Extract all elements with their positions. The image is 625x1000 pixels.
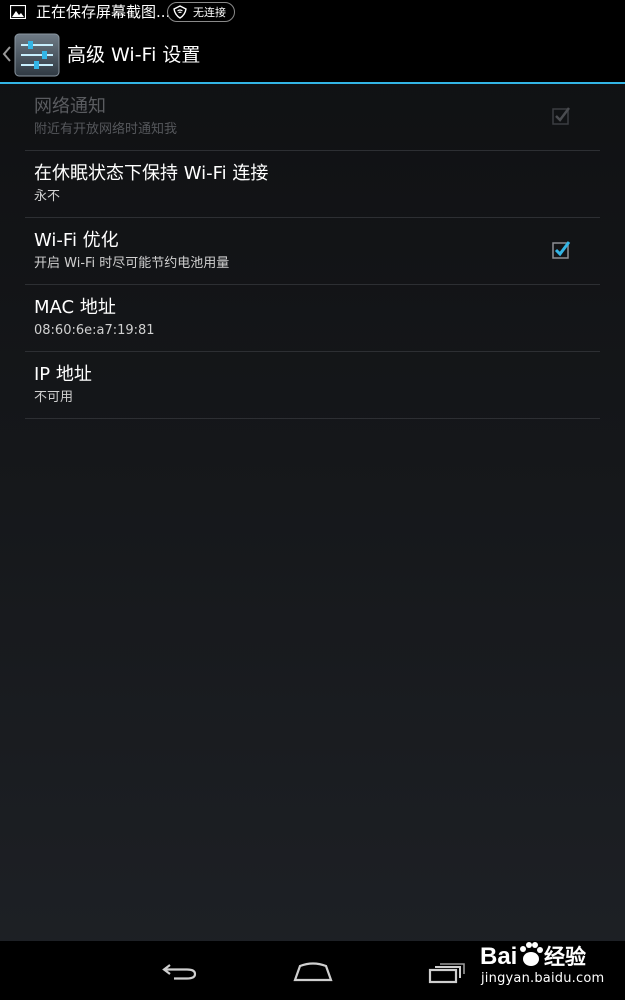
page-title: 高级 Wi-Fi 设置 (67, 44, 201, 66)
setting-summary: 永不 (34, 189, 61, 204)
setting-summary: 开启 Wi-Fi 时尽可能节约电池用量 (34, 256, 230, 271)
setting-summary: 08:60:6e:a7:19:81 (34, 323, 155, 338)
watermark-url: jingyan.baidu.com (481, 971, 605, 986)
setting-summary: 附近有开放网络时通知我 (34, 122, 178, 137)
setting-title: MAC 地址 (34, 297, 116, 318)
recent-apps-icon[interactable] (428, 962, 466, 984)
image-notification-icon (10, 5, 26, 19)
setting-title: 在休眠状态下保持 Wi-Fi 连接 (34, 163, 269, 184)
notification-text: 正在保存屏幕截图... (36, 3, 171, 21)
setting-keep-wifi-during-sleep[interactable]: 在休眠状态下保持 Wi-Fi 连接 永不 (25, 151, 600, 218)
home-icon[interactable] (292, 962, 334, 982)
baidu-jingyan-logo: Bai 经验 (480, 942, 586, 970)
setting-network-notification[interactable]: 网络通知 附近有开放网络时通知我 (25, 84, 600, 151)
setting-title: Wi-Fi 优化 (34, 230, 119, 251)
network-status-chip: 无连接 (167, 2, 235, 22)
setting-wifi-optimization[interactable]: Wi-Fi 优化 开启 Wi-Fi 时尽可能节约电池用量 (25, 218, 600, 285)
setting-ip-address: IP 地址 不可用 (25, 352, 600, 419)
screen: 正在保存屏幕截图... 无连接 高级 Wi-Fi 设置 网络通知 附近有开放网络… (0, 0, 625, 1000)
setting-summary: 不可用 (34, 390, 74, 405)
network-status-text: 无连接 (193, 6, 226, 19)
wifi-shield-icon (173, 5, 187, 19)
setting-mac-address: MAC 地址 08:60:6e:a7:19:81 (25, 285, 600, 352)
svg-text:Bai: Bai (480, 943, 517, 970)
settings-list: 网络通知 附近有开放网络时通知我 在休眠状态下保持 Wi-Fi 连接 永不 Wi… (25, 84, 600, 419)
setting-title: 网络通知 (34, 96, 106, 117)
back-icon[interactable] (160, 960, 200, 982)
status-bar: 正在保存屏幕截图... 无连接 (0, 0, 625, 25)
setting-title: IP 地址 (34, 364, 92, 385)
svg-text:经验: 经验 (544, 945, 586, 969)
network-notification-checkbox[interactable] (552, 105, 572, 125)
up-caret-icon[interactable] (2, 45, 12, 63)
settings-app-icon[interactable] (14, 33, 60, 77)
wifi-optimization-checkbox[interactable] (552, 239, 572, 259)
